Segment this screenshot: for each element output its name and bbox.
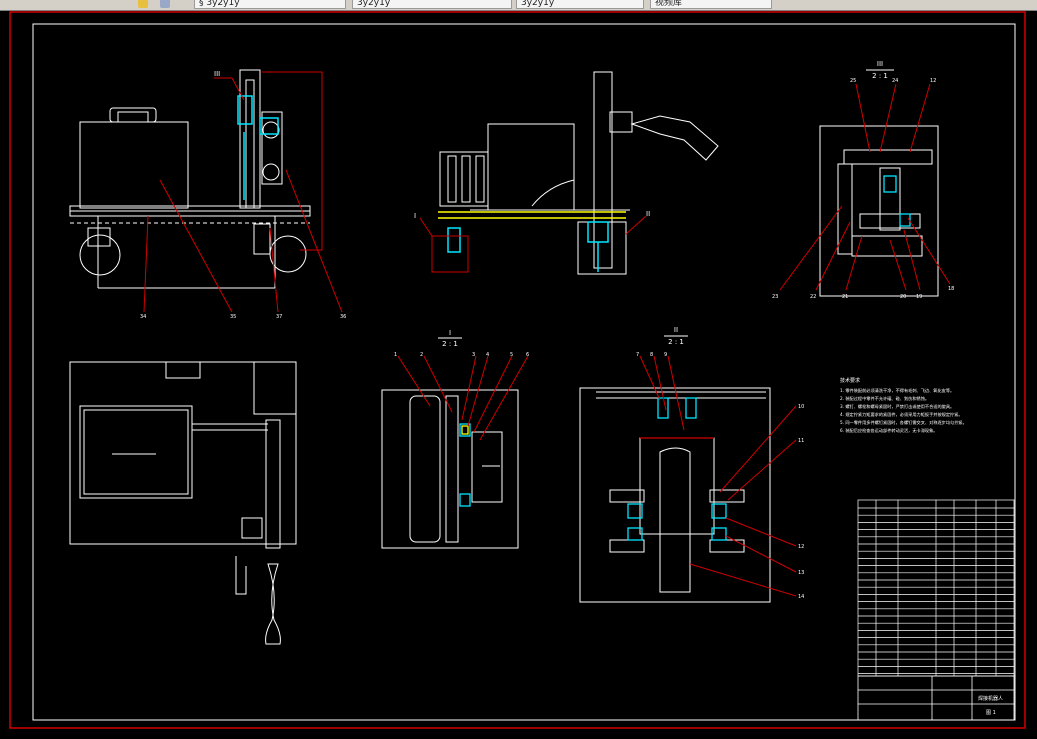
svg-text:25: 25 (850, 78, 856, 84)
svg-text:III: III (877, 60, 883, 68)
svg-text:18: 18 (948, 286, 954, 292)
svg-text:7: 7 (636, 352, 639, 358)
title-block-text: 焊接机器人 图 1 (978, 695, 1003, 716)
toolbar-icon[interactable] (138, 0, 148, 8)
parts-list (857, 499, 1015, 677)
detail-I-highlights (459, 423, 471, 507)
svg-text:2: 2 (420, 352, 423, 358)
svg-text:13: 13 (798, 570, 804, 576)
top-view (69, 361, 297, 645)
svg-text:I: I (449, 329, 451, 337)
document-tab[interactable]: 3у2у1у (352, 0, 512, 9)
detail-I-callouts: 1 2 3 4 5 6 (394, 352, 529, 358)
svg-text:5. 同一零件用多件螺钉紧固时，各螺钉需交叉、对称逐步均匀拧: 5. 同一零件用多件螺钉紧固时，各螺钉需交叉、对称逐步均匀拧紧。 (840, 419, 967, 426)
detail-III-ref: III (214, 70, 220, 78)
front-view-leaders (143, 71, 343, 313)
svg-text:37: 37 (276, 314, 282, 320)
svg-text:19: 19 (916, 294, 922, 300)
svg-text:5: 5 (510, 352, 513, 358)
svg-text:2 : 1: 2 : 1 (442, 340, 458, 348)
svg-text:6. 装配后应检查各运动部件转动灵活，无卡滞现象。: 6. 装配后应检查各运动部件转动灵活，无卡滞现象。 (840, 427, 937, 434)
front-view (69, 69, 311, 289)
svg-text:35: 35 (230, 314, 236, 320)
svg-text:22: 22 (810, 294, 816, 300)
svg-text:2 : 1: 2 : 1 (872, 72, 888, 80)
svg-text:II: II (674, 326, 678, 334)
detail-III-title: III 2 : 1 (866, 60, 894, 80)
svg-text:6: 6 (526, 352, 529, 358)
drawing-sheet: 34 35 37 36 III I II III 2 : 1 25 24 12 … (9, 11, 1026, 729)
svg-text:1. 零件装配前必须清洗干净，不得有毛刺、飞边、氧化皮等。: 1. 零件装配前必须清洗干净，不得有毛刺、飞边、氧化皮等。 (840, 387, 954, 394)
svg-text:8: 8 (650, 352, 653, 358)
document-tab[interactable]: 视频库 (650, 0, 772, 9)
svg-text:3: 3 (472, 352, 475, 358)
svg-text:技术要求: 技术要求 (840, 377, 860, 384)
detail-III-leaders (779, 83, 951, 291)
toolbar-icon[interactable] (160, 0, 170, 8)
svg-text:36: 36 (340, 314, 346, 320)
detail-I-view (381, 389, 519, 549)
svg-text:34: 34 (140, 314, 146, 320)
svg-text:12: 12 (798, 544, 804, 550)
cad-drawing-canvas[interactable]: 34 35 37 36 III I II III 2 : 1 25 24 12 … (0, 10, 1037, 735)
outer-frame (9, 11, 1026, 729)
side-view (439, 71, 719, 275)
svg-text:2. 装配过程中零件不允许磕、碰、划伤和锈蚀。: 2. 装配过程中零件不允许磕、碰、划伤和锈蚀。 (840, 395, 929, 402)
side-view-highlights (438, 211, 626, 272)
svg-text:20: 20 (900, 294, 906, 300)
document-tab[interactable]: 3у2у1у (516, 0, 644, 9)
svg-text:4: 4 (486, 352, 489, 358)
front-view-callouts: 34 35 37 36 (140, 314, 346, 320)
detail-I-leaders (397, 355, 529, 441)
svg-text:14: 14 (798, 594, 804, 600)
technical-notes: 技术要求 1. 零件装配前必须清洗干净，不得有毛刺、飞边、氧化皮等。 2. 装配… (840, 377, 967, 434)
detail-II-view (579, 387, 771, 603)
svg-text:I: I (414, 212, 416, 220)
svg-text:焊接机器人: 焊接机器人 (978, 695, 1003, 702)
svg-text:24: 24 (892, 78, 898, 84)
svg-text:2 : 1: 2 : 1 (668, 338, 684, 346)
svg-text:9: 9 (664, 352, 667, 358)
document-tab[interactable]: § 3у2у1у (194, 0, 346, 9)
inner-frame (32, 23, 1016, 721)
svg-text:10: 10 (798, 404, 804, 410)
detail-I-title: I 2 : 1 (438, 329, 462, 348)
svg-text:II: II (646, 210, 650, 218)
svg-text:21: 21 (842, 294, 848, 300)
svg-text:3. 螺钉、螺栓和螺母紧固时，严禁打击或使用不合适的旋具。: 3. 螺钉、螺栓和螺母紧固时，严禁打击或使用不合适的旋具。 (840, 403, 954, 410)
svg-text:4. 规定拧紧力矩要求的紧固件，必须采用力矩扳手并按规定拧紧: 4. 规定拧紧力矩要求的紧固件，必须采用力矩扳手并按规定拧紧。 (840, 411, 963, 418)
svg-text:23: 23 (772, 294, 778, 300)
detail-II-title: II 2 : 1 (664, 326, 688, 346)
svg-text:1: 1 (394, 352, 397, 358)
svg-text:12: 12 (930, 78, 936, 84)
detail-II-highlights (627, 397, 727, 541)
svg-text:图 1: 图 1 (986, 710, 996, 716)
detail-III-callouts: 25 24 12 23 22 21 20 19 18 (772, 78, 954, 300)
detail-III-highlights (883, 175, 911, 227)
svg-text:11: 11 (798, 438, 804, 444)
